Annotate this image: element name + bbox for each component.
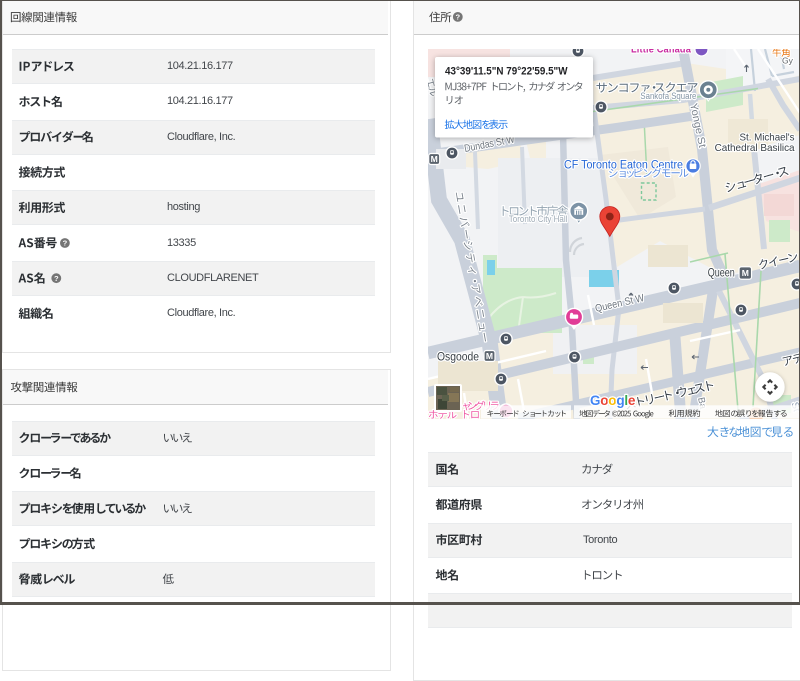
svg-text:Gy: Gy: [782, 56, 794, 66]
svg-text:M: M: [742, 268, 749, 278]
svg-text:Osgoode: Osgoode: [437, 352, 479, 364]
svg-text:Queen: Queen: [708, 266, 735, 280]
svg-text:Cathedral Basilica: Cathedral Basilica: [715, 142, 795, 154]
svg-text:M: M: [431, 154, 438, 164]
svg-text:Little Canada: Little Canada: [631, 49, 692, 56]
svg-text:Sankofa Square: Sankofa Square: [640, 91, 696, 102]
svg-text:43°39'11.5"N 79°22'59.5"W: 43°39'11.5"N 79°22'59.5"W: [445, 66, 568, 78]
svg-text:M: M: [486, 351, 493, 361]
svg-text:Google: Google: [590, 393, 636, 408]
svg-text:Toronto City Hall: Toronto City Hall: [509, 214, 568, 225]
